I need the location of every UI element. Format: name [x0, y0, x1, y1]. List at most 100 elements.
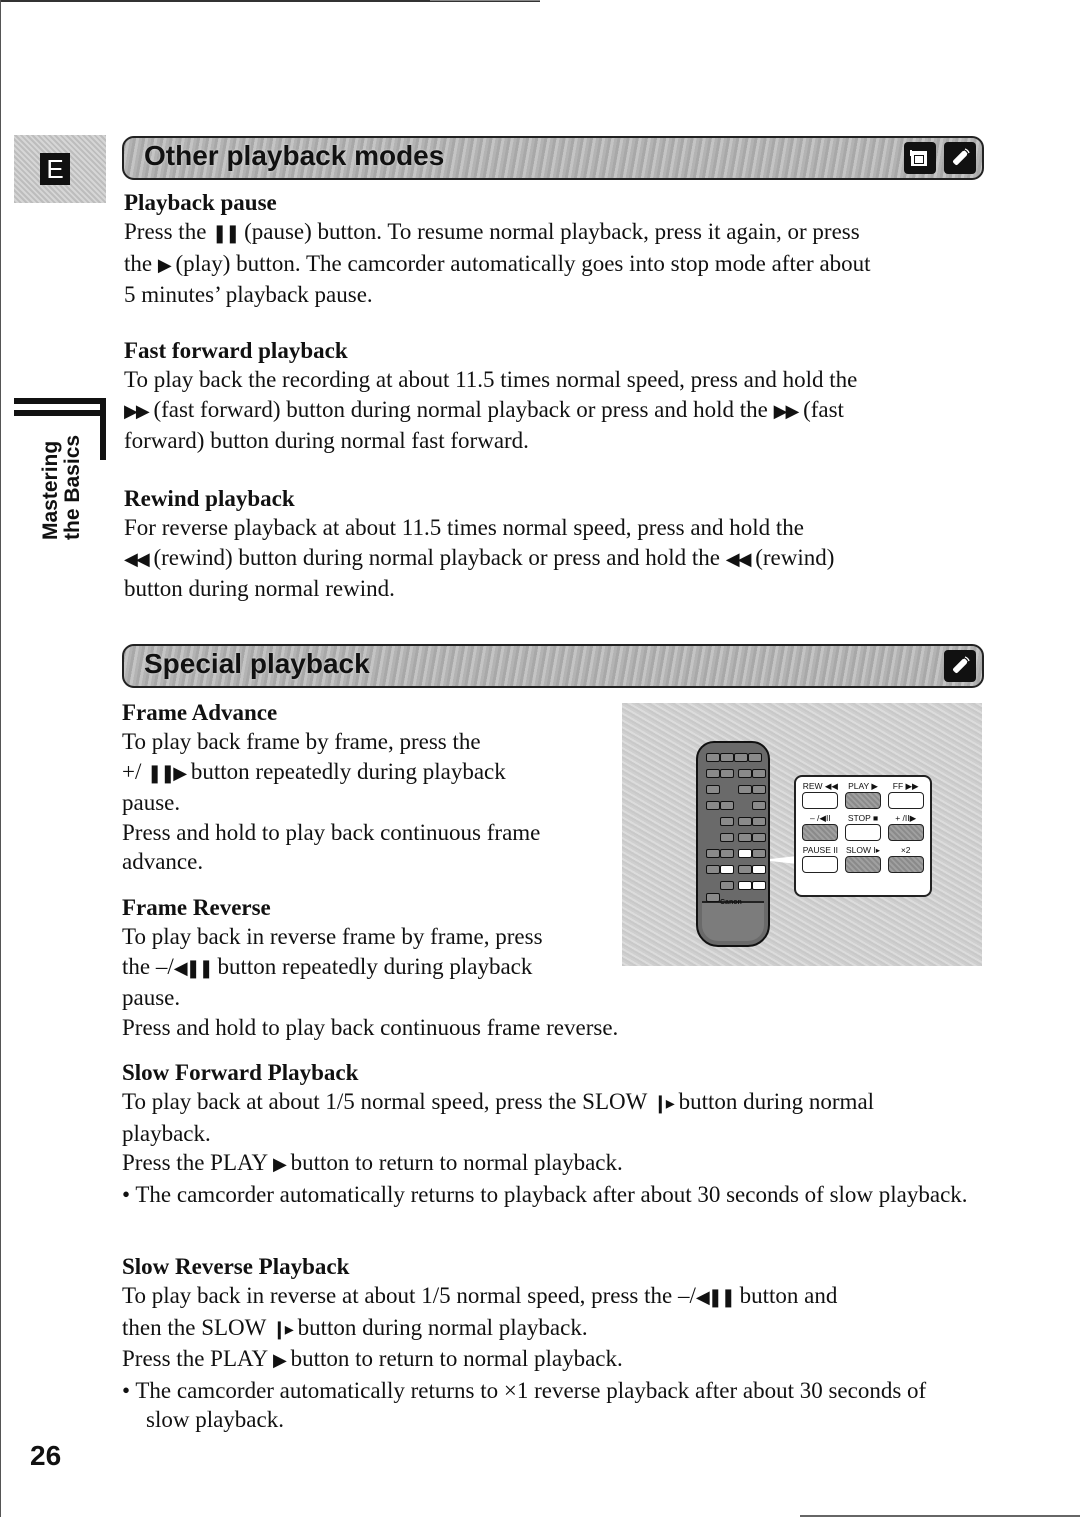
remote-key: [720, 753, 734, 762]
language-tab-letter: E: [40, 153, 70, 185]
paragraph-line: Press the PLAY ▶ button to return to nor…: [122, 1150, 623, 1175]
remote-button-label: FF ▶▶: [892, 781, 919, 791]
section-header-other-playback-modes: Other playback modes: [122, 136, 984, 180]
remote-key: [720, 865, 734, 874]
remote-key: [752, 833, 766, 842]
remote-key: [706, 801, 720, 810]
remote-button-label: PLAY ▶: [848, 781, 878, 791]
remote-button: [802, 856, 839, 873]
remote-key: [738, 769, 752, 778]
paragraph-line: advance.: [122, 849, 204, 874]
paragraph-line: Press and hold to play back continuous f…: [122, 819, 541, 845]
paragraph-line: 5 minutes’ playback pause.: [124, 282, 373, 307]
remote-key: [734, 753, 748, 762]
remote-key: [738, 785, 752, 794]
paragraph-line: To play back the recording at about 11.5…: [124, 367, 858, 392]
remote-button-cell: REW ◀◀: [800, 781, 841, 811]
section-slow-reverse: Slow Reverse Playback To play back in re…: [122, 1252, 942, 1435]
paragraph-line: To play back frame by frame, press the: [122, 729, 481, 754]
remote-button-cell: – /◀II: [800, 813, 841, 843]
remote-button-cell: FF ▶▶: [885, 781, 926, 811]
remote-key: [752, 881, 766, 890]
remote-key: [752, 785, 766, 794]
remote-button-cell: STOP ■: [843, 813, 884, 843]
fast-forward-symbol-icon: ▶▶: [124, 400, 150, 422]
paragraph-line: Press the ❚❚ (pause) button. To resume n…: [124, 219, 860, 244]
paragraph-line: For reverse playback at about 11.5 times…: [124, 515, 805, 540]
remote-key: [720, 817, 734, 826]
remote-key: [752, 865, 766, 874]
play-symbol-icon: ▶: [273, 1154, 287, 1175]
remote-key: [752, 849, 766, 858]
frame-reverse-symbol-icon: ◀❚❚: [173, 957, 214, 979]
remote-button-cell: + /II▶: [885, 813, 926, 843]
remote-button-label: + /II▶: [895, 813, 917, 823]
remote-button-cell: PLAY ▶: [843, 781, 884, 811]
section-frame-advance: Frame Advance To play back frame by fram…: [122, 698, 612, 877]
paragraph-line: To play back in reverse at about 1/5 nor…: [122, 1283, 838, 1308]
play-symbol-icon: ▶: [273, 1350, 287, 1371]
section-rewind: Rewind playback For reverse playback at …: [124, 484, 1004, 604]
remote-key: [720, 833, 734, 842]
page-edge-left: [0, 0, 1, 1517]
pause-symbol-icon: ❚❚: [212, 223, 240, 244]
bullet-note: • The camcorder automatically returns to…: [122, 1181, 968, 1207]
remote-button-label: STOP ■: [847, 813, 879, 823]
heading-frame-advance: Frame Advance: [122, 700, 278, 725]
paragraph-line: Press the PLAY ▶ button to return to nor…: [122, 1346, 623, 1371]
remote-button: [802, 824, 839, 841]
section-header-special-playback: Special playback: [122, 644, 984, 688]
heading-rewind: Rewind playback: [124, 486, 295, 511]
remote-button: [887, 856, 924, 873]
heading-frame-reverse: Frame Reverse: [122, 895, 271, 920]
section-title: Other playback modes: [144, 140, 445, 171]
paragraph-line: To play back in reverse frame by frame, …: [122, 924, 543, 949]
remote-key: [720, 881, 734, 890]
slow-symbol-icon: ❙▸: [652, 1093, 675, 1114]
chapter-marker-bar: [14, 410, 100, 416]
remote-key: [752, 769, 766, 778]
heading-playback-pause: Playback pause: [124, 190, 277, 215]
play-symbol-icon: ▶: [157, 254, 172, 276]
remote-button: [887, 824, 924, 841]
remote-key: [738, 881, 752, 890]
remote-button: [802, 792, 839, 809]
chapter-marker-vbar: [100, 398, 106, 460]
remote-button-callout: REW ◀◀ PLAY ▶ FF ▶▶ – /◀II STOP ■ + /II▶ PAUSE…: [794, 775, 932, 897]
paragraph-line: ▶▶ (fast forward) button during normal p…: [124, 396, 844, 422]
section-slow-forward: Slow Forward Playback To play back at ab…: [122, 1058, 982, 1209]
paragraph-line: the ▶ (play) button. The camcorder autom…: [124, 250, 871, 276]
bullet-note: • The camcorder automatically returns to…: [122, 1377, 927, 1433]
paragraph-line: ◀◀ (rewind) button during normal playbac…: [124, 544, 835, 570]
remote-key: [706, 849, 720, 858]
remote-button-label: SLOW I▸: [845, 845, 880, 855]
frame-reverse-symbol-icon: ◀❚❚: [695, 1287, 736, 1308]
rewind-symbol-icon: ◀◀: [725, 548, 752, 570]
remote-key: [720, 769, 734, 778]
chapter-marker-bar: [14, 398, 100, 404]
remote-key: [720, 849, 734, 858]
remote-button: [887, 792, 924, 809]
paragraph-line: then the SLOW ❙▸ button during normal pl…: [122, 1314, 588, 1340]
slow-symbol-icon: ❙▸: [271, 1318, 294, 1340]
remote-button: [844, 824, 881, 841]
paragraph-line: button during normal rewind.: [124, 576, 395, 601]
chapter-label: Mastering the Basics: [39, 435, 84, 540]
remote-button-cell: PAUSE II: [800, 845, 841, 875]
paragraph-line: To play back at about 1/5 normal speed, …: [122, 1089, 875, 1114]
heading-slow-forward: Slow Forward Playback: [122, 1060, 359, 1085]
remote-button-label: REW ◀◀: [802, 781, 838, 791]
chapter-marker: [14, 398, 106, 460]
camcorder-icon: [904, 142, 936, 174]
remote-key: [738, 849, 752, 858]
rewind-symbol-icon: ◀◀: [124, 548, 150, 570]
section-title: Special playback: [144, 648, 370, 679]
chapter-label-line1: Mastering: [39, 440, 62, 540]
heading-slow-reverse: Slow Reverse Playback: [122, 1254, 350, 1279]
section-playback-pause: Playback pause Press the ❚❚ (pause) butt…: [124, 188, 1004, 310]
remote-key: [752, 801, 766, 810]
remote-key: [748, 753, 762, 762]
paragraph-line: forward) button during normal fast forwa…: [124, 428, 529, 453]
remote-button-cell: SLOW I▸: [843, 845, 884, 875]
remote-button-label: PAUSE II: [802, 845, 838, 855]
